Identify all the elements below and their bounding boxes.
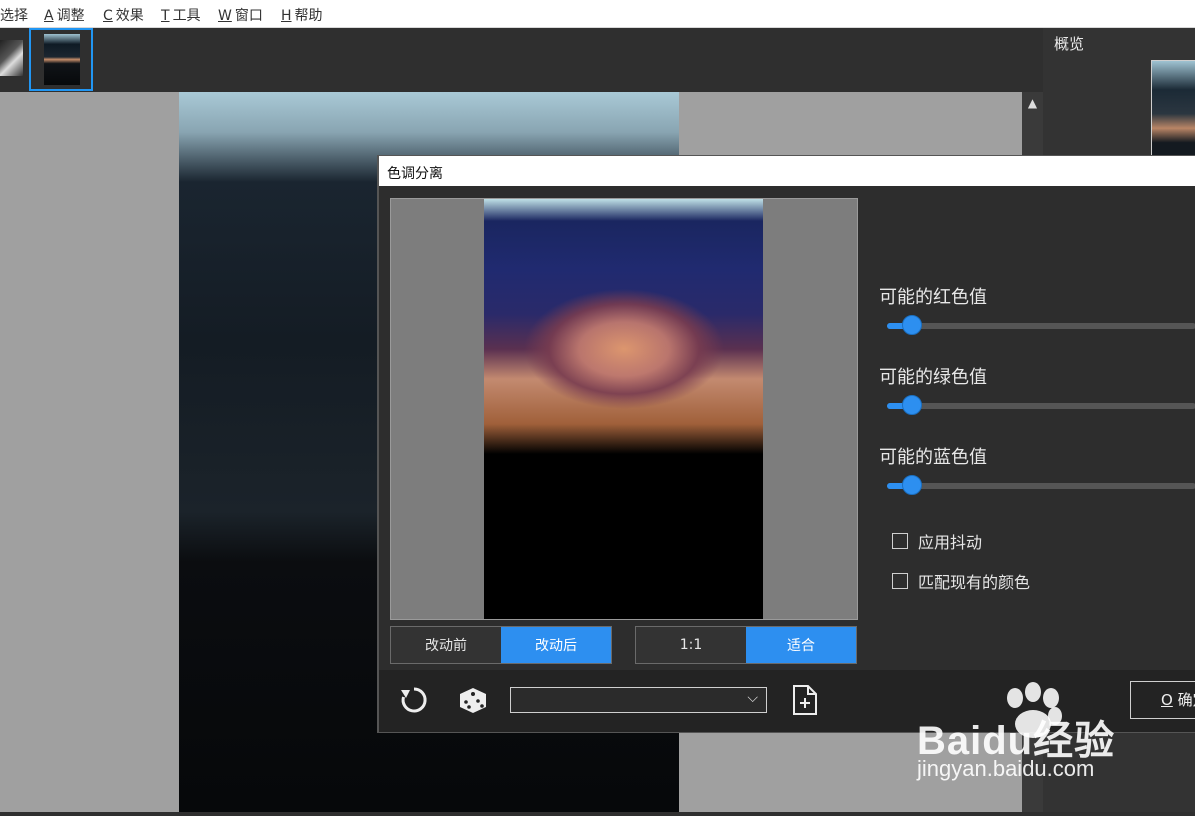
preset-dropdown[interactable]: ⌵ <box>510 687 767 713</box>
image-tab-thumbnail-active[interactable] <box>29 28 93 91</box>
menu-help[interactable]: H 帮助 <box>281 5 323 25</box>
blue-values-slider[interactable] <box>887 475 1195 495</box>
green-values-slider[interactable] <box>887 395 1195 415</box>
dithering-checkbox[interactable]: 应用抖动 <box>892 529 982 553</box>
menu-select[interactable]: 选择 <box>0 5 28 25</box>
menu-effects[interactable]: C 效果 <box>103 5 144 25</box>
image-tab-thumbnail[interactable] <box>0 40 23 76</box>
before-button[interactable]: 改动前 <box>391 627 501 663</box>
after-button[interactable]: 改动后 <box>501 627 611 663</box>
dialog-title-bar[interactable]: 色调分离 <box>379 156 1195 186</box>
image-tabs <box>0 28 1043 92</box>
preview-image <box>484 199 763 619</box>
slider-handle[interactable] <box>902 315 922 335</box>
new-file-icon[interactable] <box>792 684 818 722</box>
posterize-dialog: 色调分离 改动前 改动后 1:1 适合 可能的红色值 可能的绿色值 可能的蓝色值… <box>378 156 1195 732</box>
dialog-title: 色调分离 <box>387 166 443 182</box>
chevron-down-icon: ⌵ <box>747 690 758 706</box>
thumbnail-image <box>44 34 80 85</box>
match-colors-checkbox[interactable]: 匹配现有的颜色 <box>892 569 1030 593</box>
watermark-url: jingyan.baidu.com <box>917 756 1095 781</box>
menu-window[interactable]: W 窗口 <box>218 5 263 25</box>
dithering-label: 应用抖动 <box>918 533 983 552</box>
overview-title: 概览 <box>1054 35 1085 53</box>
green-values-label: 可能的绿色值 <box>879 367 987 388</box>
red-values-slider[interactable] <box>887 315 1195 335</box>
before-after-toggle: 改动前 改动后 <box>390 626 612 664</box>
zoom-toggle: 1:1 适合 <box>635 626 857 664</box>
dice-icon[interactable] <box>457 684 489 722</box>
menu-adjust[interactable]: A 调整 <box>44 5 85 25</box>
reset-icon[interactable] <box>398 684 430 722</box>
baidu-watermark: Baidu经验 jingyan.baidu.com <box>915 678 1195 812</box>
match-colors-label: 匹配现有的颜色 <box>918 573 1031 592</box>
slider-handle[interactable] <box>902 475 922 495</box>
actual-size-button[interactable]: 1:1 <box>636 627 746 663</box>
menu-tools[interactable]: T 工具 <box>161 5 201 25</box>
checkbox-box[interactable] <box>892 573 908 589</box>
overview-thumbnail[interactable] <box>1151 60 1195 158</box>
blue-values-label: 可能的蓝色值 <box>879 447 987 468</box>
preview-area <box>390 198 858 620</box>
slider-handle[interactable] <box>902 395 922 415</box>
checkbox-box[interactable] <box>892 533 908 549</box>
fit-button[interactable]: 适合 <box>746 627 856 663</box>
red-values-label: 可能的红色值 <box>879 287 987 308</box>
menu-bar: 选择 A 调整 C 效果 T 工具 W 窗口 H 帮助 <box>0 0 1195 28</box>
scroll-up-icon[interactable]: ▲ <box>1022 92 1043 114</box>
